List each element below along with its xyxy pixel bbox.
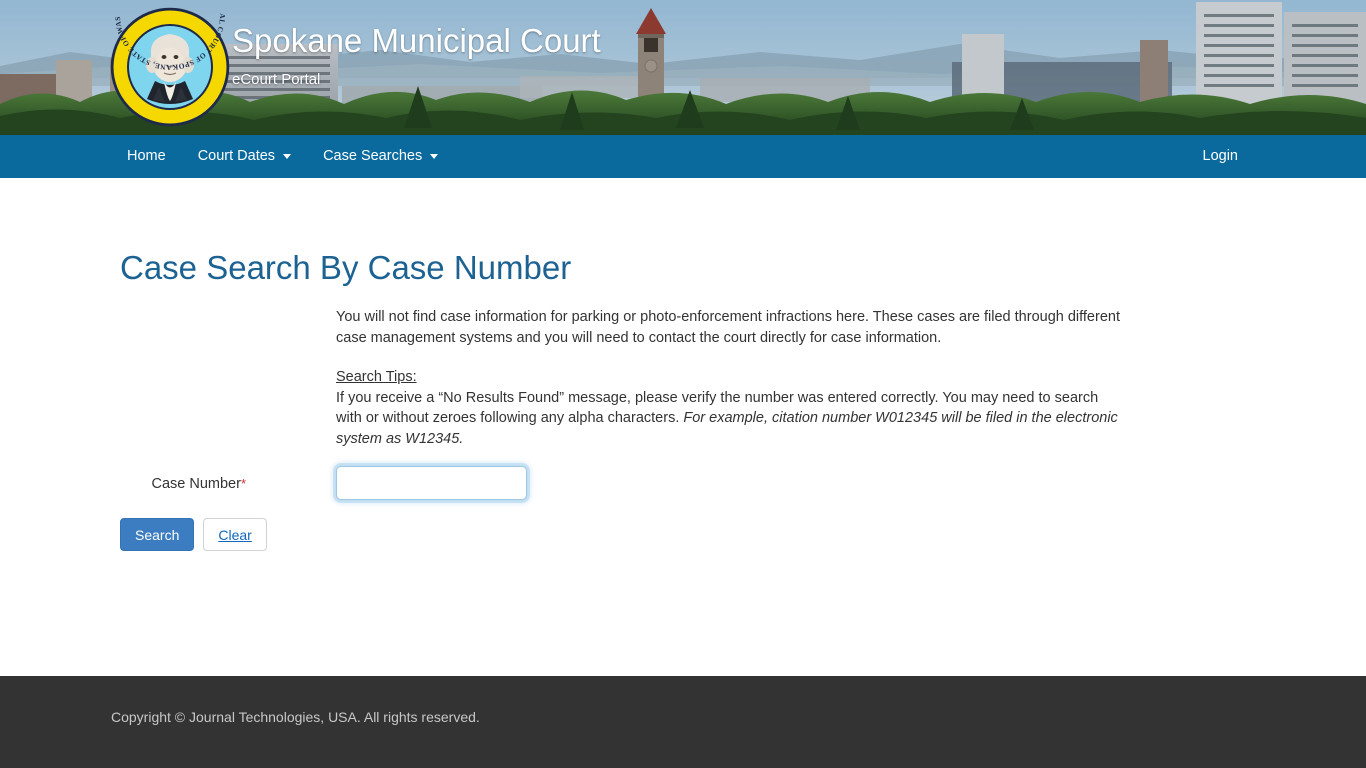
site-title: Spokane Municipal Court [232, 22, 601, 59]
clear-button[interactable]: Clear [203, 518, 267, 551]
nav-item-case-searches[interactable]: Case Searches [307, 135, 454, 178]
nav-right-group: Login [1187, 135, 1366, 178]
nav-item-case-searches-label: Case Searches [323, 148, 423, 164]
nav-item-login[interactable]: Login [1187, 135, 1254, 178]
chevron-down-icon [283, 154, 292, 159]
form-button-row: Search Clear [120, 518, 267, 551]
search-tips-block: Search Tips: If you receive a “No Result… [336, 367, 1126, 449]
nav-item-court-dates[interactable]: Court Dates [182, 135, 307, 178]
nav-item-home[interactable]: Home [111, 135, 182, 178]
court-seal-icon: MUNICIPAL COURT OF SPOKANE, STATE OF WAS… [109, 3, 231, 131]
page-root: MUNICIPAL COURT OF SPOKANE, STATE OF WAS… [0, 0, 1366, 768]
site-footer: Copyright © Journal Technologies, USA. A… [0, 676, 1366, 768]
copyright-text: Copyright © Journal Technologies, USA. A… [111, 709, 480, 725]
intro-paragraph: You will not find case information for p… [336, 309, 1120, 346]
nav-item-login-label: Login [1202, 148, 1238, 164]
case-number-label-text: Case Number [151, 476, 241, 492]
page-title: Case Search By Case Number [120, 249, 572, 286]
main-navigation: Home Court Dates Case Searches Login [0, 135, 1366, 178]
intro-block: You will not find case information for p… [336, 307, 1136, 348]
search-tips-heading: Search Tips: [336, 369, 417, 385]
site-subtitle: eCourt Portal [232, 71, 321, 88]
case-number-input[interactable] [336, 466, 527, 500]
case-number-form-row: Case Number* [0, 466, 1366, 506]
case-number-label: Case Number* [0, 466, 246, 502]
required-asterisk: * [240, 476, 246, 491]
nav-item-court-dates-label: Court Dates [197, 148, 276, 164]
site-banner: MUNICIPAL COURT OF SPOKANE, STATE OF WAS… [0, 0, 1366, 135]
nav-left-group: Home Court Dates Case Searches [0, 135, 454, 178]
banner-content: MUNICIPAL COURT OF SPOKANE, STATE OF WAS… [0, 0, 1366, 135]
nav-item-home-label: Home [127, 148, 166, 164]
chevron-down-icon [430, 154, 439, 159]
search-button[interactable]: Search [120, 518, 195, 551]
